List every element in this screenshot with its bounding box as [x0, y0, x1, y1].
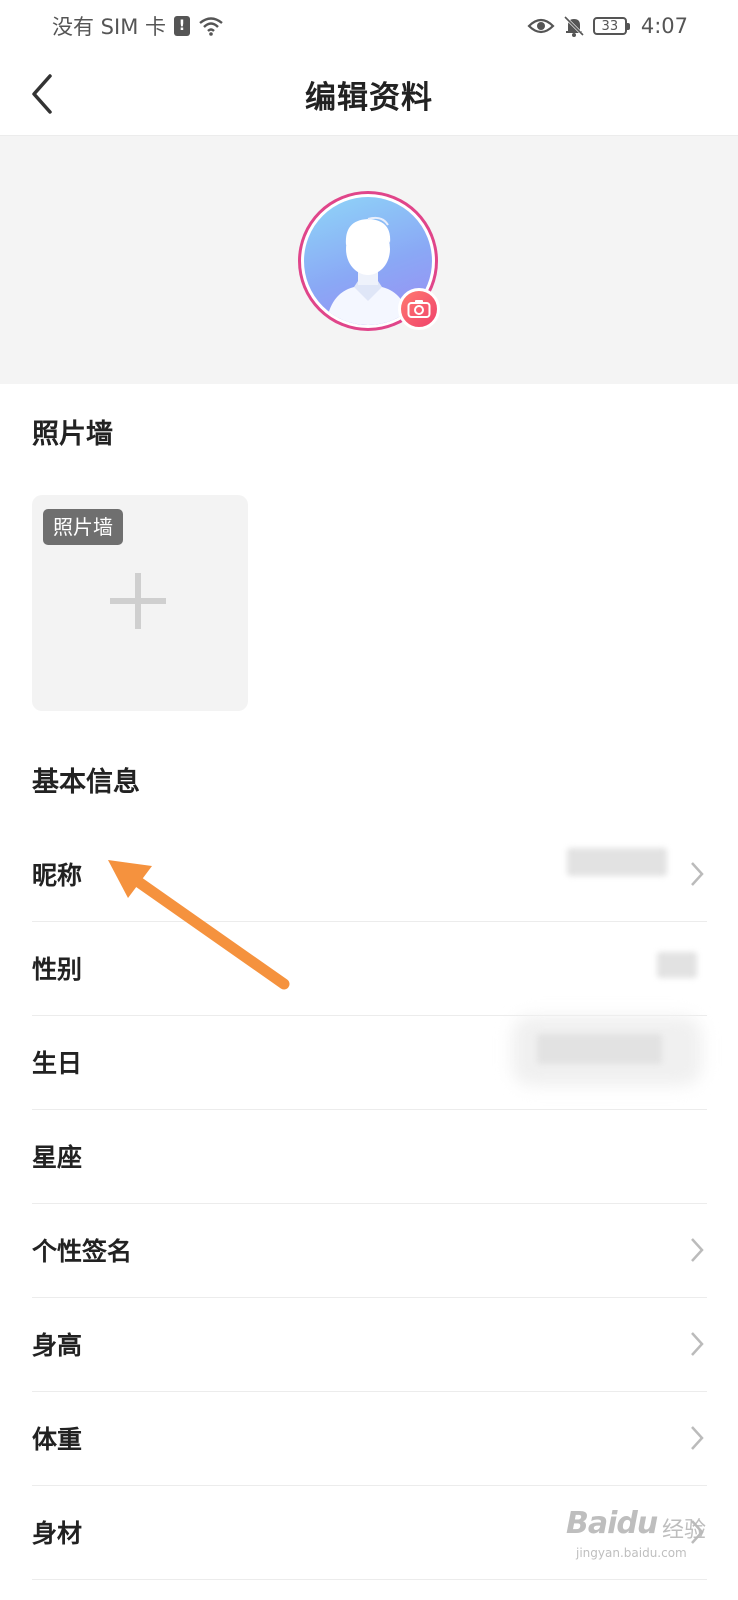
basic-info-title: 基本信息	[32, 767, 140, 798]
add-photo-button[interactable]: 照片墙	[32, 495, 248, 711]
nav-bar: 编辑资料	[0, 52, 738, 136]
battery-icon: 33	[592, 17, 630, 35]
page-title: 编辑资料	[305, 80, 433, 116]
eye-icon	[527, 18, 555, 34]
row-label: 星座	[32, 1143, 83, 1172]
row-label: 昵称	[32, 861, 83, 890]
row-label: 体重	[32, 1425, 83, 1454]
plus-icon	[110, 573, 166, 629]
watermark-brand: Baidu	[566, 1506, 658, 1541]
blurred-value	[567, 848, 667, 876]
chevron-right-icon	[691, 1426, 704, 1450]
status-bar: 没有 SIM 卡 ! 33 4:07	[0, 0, 738, 52]
photo-wall-tag: 照片墙	[43, 509, 123, 545]
row-constellation[interactable]: 星座	[32, 1110, 707, 1204]
row-weight[interactable]: 体重	[32, 1392, 707, 1486]
row-label: 身高	[32, 1331, 83, 1360]
row-label: 生日	[32, 1049, 83, 1078]
row-label: 个性签名	[32, 1237, 133, 1266]
chevron-right-icon	[691, 1332, 704, 1356]
status-right: 33 4:07	[527, 14, 688, 38]
blurred-value	[537, 1034, 662, 1064]
baidu-watermark: Baidu 经验 jingyan.baidu.com	[566, 1502, 716, 1572]
camera-button[interactable]	[398, 288, 440, 330]
camera-icon	[407, 300, 431, 318]
chevron-right-icon	[691, 1238, 704, 1262]
row-signature[interactable]: 个性签名	[32, 1204, 707, 1298]
avatar-section	[0, 136, 738, 384]
photo-wall-title: 照片墙	[32, 419, 113, 450]
watermark-brand-cn: 经验	[662, 1518, 707, 1543]
row-label: 性别	[32, 955, 83, 984]
row-birthday[interactable]: 生日	[32, 1016, 707, 1110]
sim-alert-icon: !	[174, 16, 190, 36]
carrier-label: 没有 SIM 卡	[52, 15, 166, 39]
status-left: 没有 SIM 卡 !	[52, 11, 224, 41]
row-nickname[interactable]: 昵称	[32, 828, 707, 922]
blurred-value	[657, 952, 697, 978]
row-label: 身材	[32, 1519, 83, 1548]
bell-muted-icon	[563, 15, 584, 37]
row-gender[interactable]: 性别	[32, 922, 707, 1016]
chevron-right-icon	[691, 862, 704, 886]
watermark-url: jingyan.baidu.com	[576, 1546, 687, 1560]
wifi-icon	[199, 17, 223, 36]
row-height[interactable]: 身高	[32, 1298, 707, 1392]
clock-time: 4:07	[640, 14, 688, 38]
battery-level: 33	[601, 18, 619, 34]
